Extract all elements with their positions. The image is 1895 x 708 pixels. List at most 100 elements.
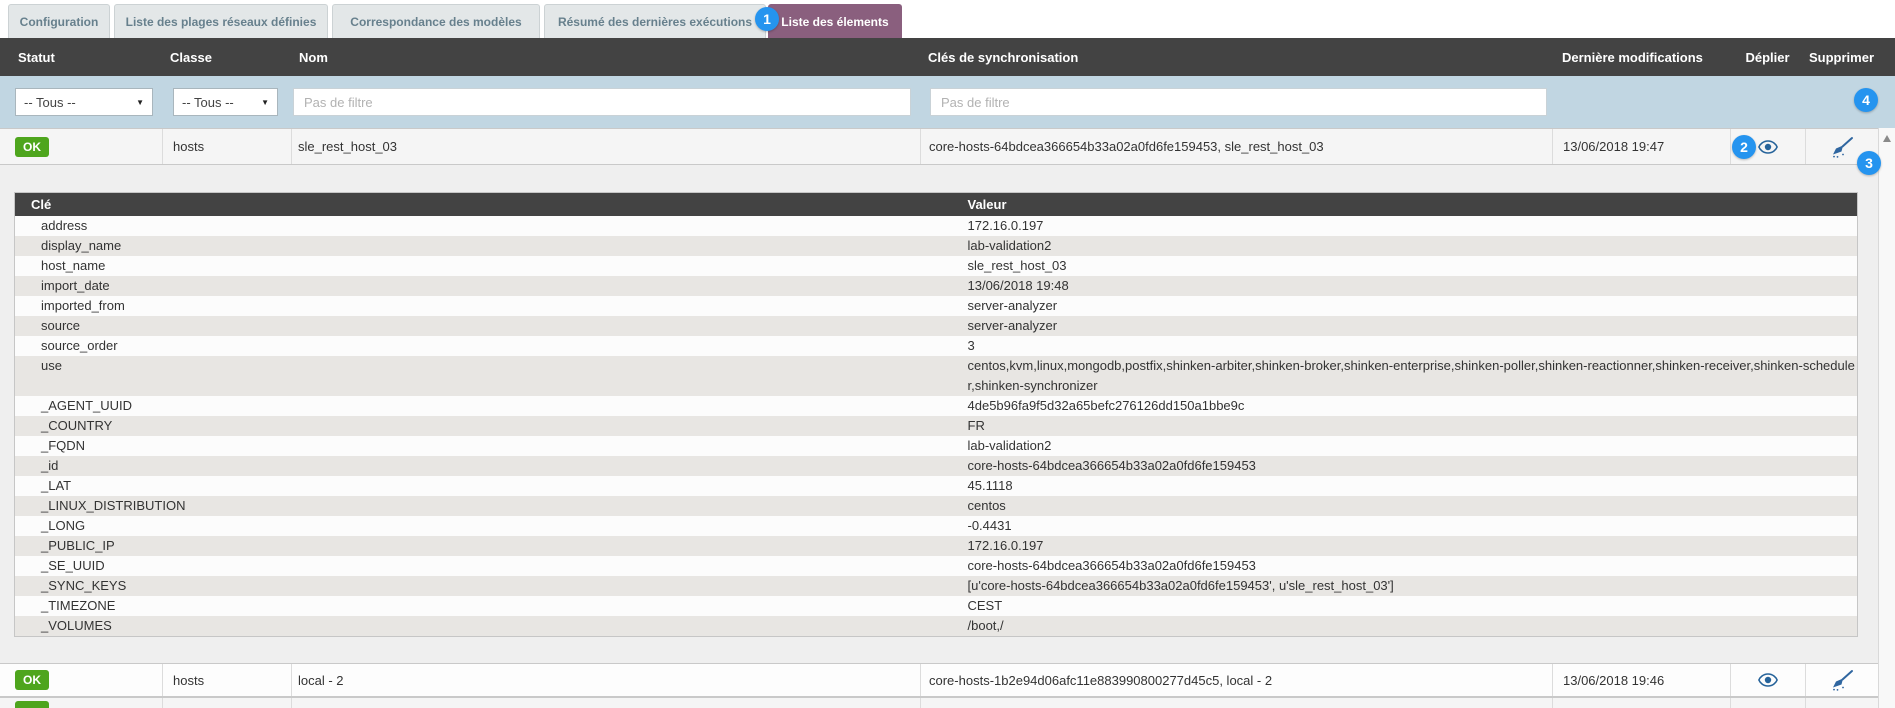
detail-row: _TIMEZONE CEST <box>15 596 1858 616</box>
column-header-statut: Statut <box>0 38 162 76</box>
tab-bar: Configuration Liste des plages réseaux d… <box>0 0 1895 38</box>
detail-column-header-valeur: Valeur <box>954 193 1858 216</box>
column-header-deplier: Déplier <box>1730 38 1805 76</box>
broom-icon <box>1830 679 1854 694</box>
detail-value: sle_rest_host_03 <box>954 256 1858 276</box>
table-row: OK hosts sle_rest_host_03 core-hosts-64b… <box>0 128 1878 165</box>
detail-row: display_name lab-validation2 <box>15 236 1858 256</box>
detail-key: _FQDN <box>15 436 954 456</box>
detail-column-header-cle: Clé <box>15 193 954 216</box>
detail-value: server-analyzer <box>954 296 1858 316</box>
detail-key: address <box>15 216 954 236</box>
column-header-supprimer: Supprimer <box>1805 38 1878 76</box>
detail-value: centos <box>954 496 1858 516</box>
scroll-up-icon[interactable] <box>1883 135 1891 142</box>
detail-key: display_name <box>15 236 954 256</box>
row-sync-keys: core-hosts-1b2e94d06afc11e883990800277d4… <box>920 664 1552 696</box>
detail-row: _AGENT_UUID 4de5b96fa9f5d32a65befc276126… <box>15 396 1858 416</box>
detail-value: CEST <box>954 596 1858 616</box>
row-last-modified: 13/06/2018 19:47 <box>1552 129 1730 164</box>
name-filter-input[interactable] <box>293 88 911 116</box>
detail-value: 4de5b96fa9f5d32a65befc276126dd150a1bbe9c <box>954 396 1858 416</box>
detail-row: _PUBLIC_IP 172.16.0.197 <box>15 536 1858 556</box>
detail-key: use <box>15 356 954 396</box>
delete-row-button[interactable] <box>1830 669 1854 691</box>
table-header: Statut Classe Nom Clés de synchronisatio… <box>0 38 1895 76</box>
status-filter-select[interactable]: -- Tous -- ▼ <box>15 88 153 116</box>
column-header-cles-synchronisation: Clés de synchronisation <box>920 38 1552 76</box>
eye-icon <box>1758 142 1778 157</box>
tab-plages-reseaux[interactable]: Liste des plages réseaux définies <box>114 4 328 38</box>
row-name: local - 2 <box>291 664 920 696</box>
class-filter-select[interactable]: -- Tous -- ▼ <box>173 88 278 116</box>
detail-row: _LONG -0.4431 <box>15 516 1858 536</box>
expand-row-button[interactable] <box>1758 140 1778 154</box>
detail-key: imported_from <box>15 296 954 316</box>
tab-resume-executions[interactable]: Résumé des dernières exécutions <box>544 4 766 38</box>
annotation-badge-1: 1 <box>755 7 779 31</box>
detail-row: _SYNC_KEYS [u'core-hosts-64bdcea366654b3… <box>15 576 1858 596</box>
detail-row: source_order 3 <box>15 336 1858 356</box>
column-header-classe: Classe <box>162 38 291 76</box>
detail-table-body: address 172.16.0.197 display_name lab-va… <box>15 216 1858 637</box>
detail-value: [u'core-hosts-64bdcea366654b33a02a0fd6fe… <box>954 576 1858 596</box>
detail-value: FR <box>954 416 1858 436</box>
detail-key: _VOLUMES <box>15 616 954 637</box>
detail-key: host_name <box>15 256 954 276</box>
detail-value: 13/06/2018 19:48 <box>954 276 1858 296</box>
column-header-nom: Nom <box>291 38 920 76</box>
detail-row: _LAT 45.1118 <box>15 476 1858 496</box>
tab-configuration[interactable]: Configuration <box>8 4 110 38</box>
detail-row: source server-analyzer <box>15 316 1858 336</box>
table-row: OK hosts local - 2 core-hosts-1b2e94d06a… <box>0 663 1878 697</box>
row-detail-panel: Clé Valeur address 172.16.0.197 display_… <box>0 165 1878 663</box>
tab-liste-elements[interactable]: Liste des élements <box>768 4 902 38</box>
detail-key: _id <box>15 456 954 476</box>
row-class: hosts <box>162 129 291 164</box>
row-class: hosts <box>162 664 291 696</box>
detail-value: /boot,/ <box>954 616 1858 637</box>
class-filter-value: -- Tous -- <box>182 95 255 110</box>
detail-key: _SYNC_KEYS <box>15 576 954 596</box>
detail-row: address 172.16.0.197 <box>15 216 1858 236</box>
detail-value: -0.4431 <box>954 516 1858 536</box>
detail-key: source_order <box>15 336 954 356</box>
status-badge: OK <box>15 137 49 157</box>
detail-key: _COUNTRY <box>15 416 954 436</box>
detail-row: import_date 13/06/2018 19:48 <box>15 276 1858 296</box>
detail-value: core-hosts-64bdcea366654b33a02a0fd6fe159… <box>954 556 1858 576</box>
annotation-badge-3: 3 <box>1857 151 1881 175</box>
row-sync-keys: core-hosts-64bdcea366654b33a02a0fd6fe159… <box>920 129 1552 164</box>
detail-key: _AGENT_UUID <box>15 396 954 416</box>
table-row-partial <box>0 697 1878 708</box>
detail-row: _COUNTRY FR <box>15 416 1858 436</box>
detail-key: import_date <box>15 276 954 296</box>
detail-value: lab-validation2 <box>954 436 1858 456</box>
status-badge <box>15 701 49 708</box>
detail-key: _LINUX_DISTRIBUTION <box>15 496 954 516</box>
eye-icon <box>1758 675 1778 690</box>
detail-key: _TIMEZONE <box>15 596 954 616</box>
expand-row-button[interactable] <box>1758 673 1778 687</box>
detail-table: Clé Valeur address 172.16.0.197 display_… <box>14 192 1858 637</box>
detail-key: source <box>15 316 954 336</box>
detail-value: server-analyzer <box>954 316 1858 336</box>
annotation-badge-4: 4 <box>1854 88 1878 112</box>
detail-key: _LAT <box>15 476 954 496</box>
status-filter-value: -- Tous -- <box>24 95 130 110</box>
detail-row: host_name sle_rest_host_03 <box>15 256 1858 276</box>
vertical-scrollbar[interactable] <box>1878 128 1895 708</box>
detail-row: _SE_UUID core-hosts-64bdcea366654b33a02a… <box>15 556 1858 576</box>
status-badge: OK <box>15 670 49 690</box>
detail-value: core-hosts-64bdcea366654b33a02a0fd6fe159… <box>954 456 1858 476</box>
detail-value: 172.16.0.197 <box>954 536 1858 556</box>
tab-correspondance-modeles[interactable]: Correspondance des modèles <box>332 4 540 38</box>
detail-row: _id core-hosts-64bdcea366654b33a02a0fd6f… <box>15 456 1858 476</box>
chevron-down-icon: ▼ <box>261 98 269 107</box>
detail-key: _SE_UUID <box>15 556 954 576</box>
delete-row-button[interactable] <box>1830 136 1854 158</box>
detail-row: _LINUX_DISTRIBUTION centos <box>15 496 1858 516</box>
detail-value: 3 <box>954 336 1858 356</box>
chevron-down-icon: ▼ <box>136 98 144 107</box>
sync-keys-filter-input[interactable] <box>930 88 1547 116</box>
